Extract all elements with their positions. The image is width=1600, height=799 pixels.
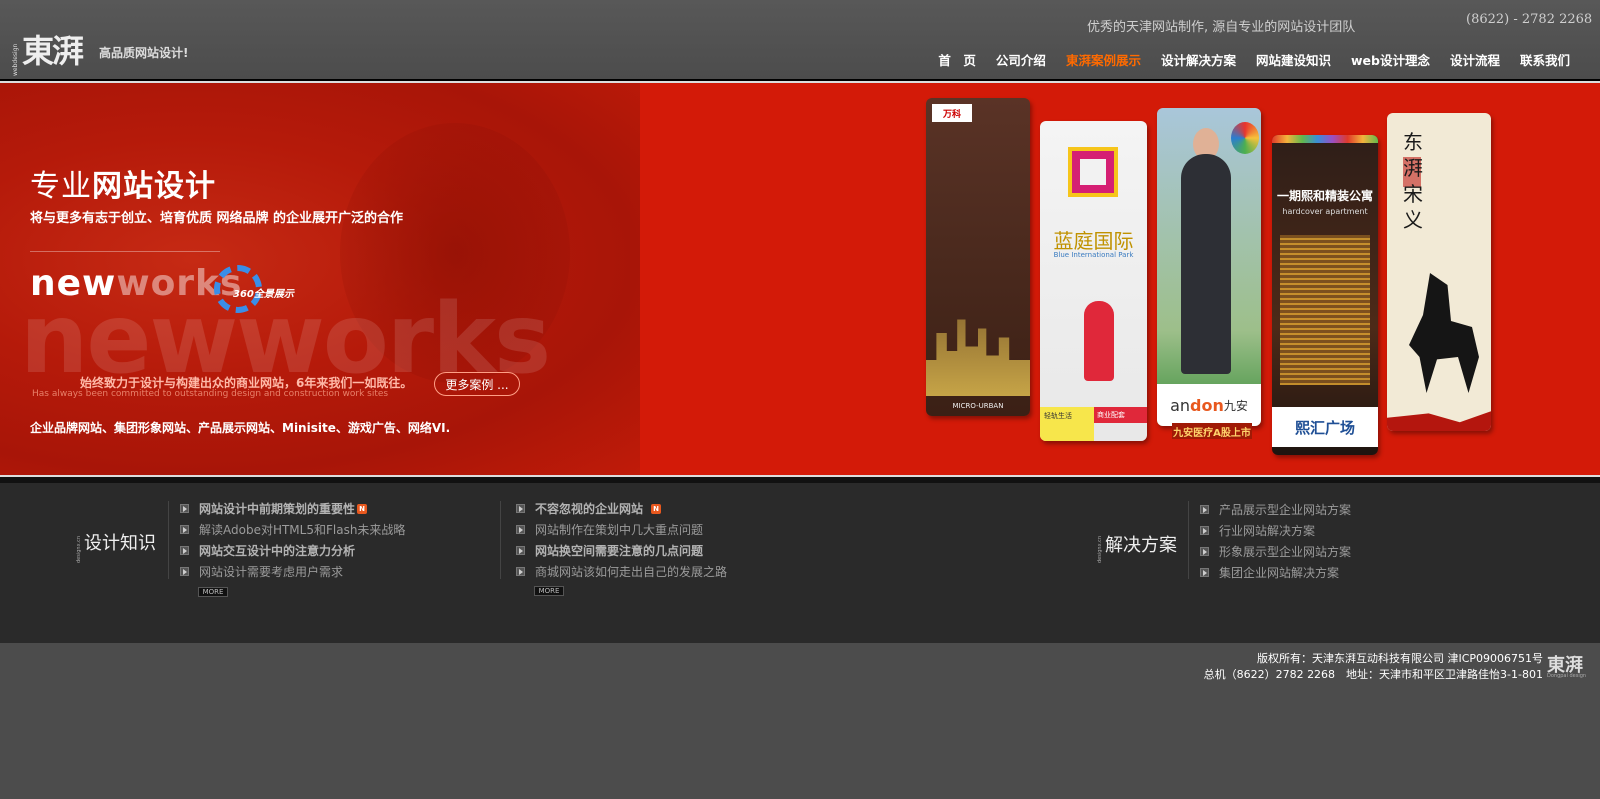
banner-title-light: 专业 [30,169,92,204]
newworks-a: new [30,263,117,304]
banner-committed-en: Has always been committed to outstanding… [32,389,389,399]
list-item[interactable]: 集团企业网站解决方案 [1200,562,1351,583]
divider [168,501,169,579]
arrow-icon [516,567,525,576]
blue-park-logo [1068,147,1118,197]
list-item[interactable]: 不容忽视的企业网站 N [516,498,727,519]
footer-address: 总机（8622）2782 2268 地址：天津市和平区卫津路佳怡3-1-801 [1203,668,1543,681]
arrow-icon [1200,568,1209,577]
knowledge-side-text: designx.cn [76,535,82,563]
skyline-image [926,319,1030,396]
brush-stroke [1387,411,1491,431]
case-card-sunny-plaza[interactable]: 一期熙和精装公寓 hardcover apartment 熙汇广场 [1272,135,1378,455]
list-item[interactable]: 解读Adobe对HTML5和Flash未来战略 [180,519,405,540]
list-item[interactable]: 网站设计中前期策划的重要性 N [180,498,405,519]
businessman-image [1181,154,1231,374]
header-slogan: 优秀的天津网站制作, 源自专业的网站设计团队 [1087,20,1356,35]
list-item[interactable]: 网站设计需要考虑用户需求 [180,561,405,582]
new-badge-icon: N [357,503,368,514]
footer-copyright: 版权所有：天津东湃互动科技有限公司 津ICP09006751号 [1256,652,1543,665]
nav-about[interactable]: 公司介绍 [986,50,1056,69]
site-logo[interactable]: 東湃 [22,26,84,72]
more-cases-button[interactable]: 更多案例 ... [434,372,520,396]
color-stripe [1272,135,1378,143]
arrow-icon [516,546,525,555]
solutions-side-text: designx.cn [1097,535,1103,563]
panorama-label[interactable]: 360全景展示 [233,285,294,300]
list-item[interactable]: 商城网站该如何走出自己的发展之路 [516,561,727,582]
newworks-logo: newworks [30,263,242,304]
arrow-icon [180,525,189,534]
arrow-icon [1200,505,1209,514]
calligraphy-text: 东湃宋义 [1403,130,1423,232]
case-foot-right: 商业配套 [1094,407,1147,423]
banner-divider [30,251,220,252]
list-item[interactable]: 网站换空间需要注意的几点问题 [516,540,727,561]
andon-tag: 九安医疗A股上市 [1172,423,1252,439]
case-name-en: Blue International Park [1053,251,1134,259]
banner-subtitle: 将与更多有志于创立、培育优质 网络品牌 的企业展开广泛的合作 [30,211,404,226]
banner-categories: 企业品牌网站、集团形象网站、产品展示网站、Minisite、游戏广告、网络VI. [30,421,451,435]
vanke-logo: 万科 [932,104,972,122]
case-caption: MICRO-URBAN [952,402,1004,410]
banner-title: 专业网站设计 [30,161,216,205]
nav-solutions[interactable]: 设计解决方案 [1151,50,1246,69]
nav-knowledge[interactable]: 网站建设知识 [1246,50,1341,69]
case-name: 蓝庭国际 [1053,229,1134,253]
arrow-icon [516,525,525,534]
divider [500,501,501,579]
sunny-plaza-logo: 熙汇广场 [1272,407,1378,447]
nav-home[interactable]: 首 页 [928,50,986,69]
case-foot-left: 轻轨生活 [1040,407,1094,441]
nav-concept[interactable]: web设计理念 [1341,50,1440,69]
list-item[interactable]: 行业网站解决方案 [1200,520,1351,541]
footer-logo-sub: Dongpai design [1547,673,1587,679]
list-item[interactable]: 形象展示型企业网站方案 [1200,541,1351,562]
andon-logo: an don 九安 [1157,384,1261,426]
arrow-icon [1200,547,1209,556]
footer: 版权所有：天津东湃互动科技有限公司 津ICP09006751号 总机（8622）… [0,643,1600,799]
solutions-list: 产品展示型企业网站方案 行业网站解决方案 形象展示型企业网站方案 集团企业网站解… [1200,499,1351,583]
case-title: 一期熙和精装公寓 [1276,189,1373,203]
main-nav: 首 页 公司介绍 東湃案例展示 设计解决方案 网站建设知识 web设计理念 设计… [928,50,1580,69]
header-phone: (8622) - 2782 2268 [1466,12,1593,27]
nav-contact[interactable]: 联系我们 [1510,50,1580,69]
header: webdesign 東湃 高品质网站设计! 优秀的天津网站制作, 源自专业的网站… [0,0,1600,80]
arrow-icon [180,546,189,555]
list-item[interactable]: 产品展示型企业网站方案 [1200,499,1351,520]
knowledge-list-2: 不容忽视的企业网站 N 网站制作在策划中几大重点问题 网站换空间需要注意的几点问题… [516,498,727,582]
case-card-blue-park[interactable]: 蓝庭国际 Blue International Park 轻轨生活 商业配套 [1040,121,1147,441]
banner-title-bold: 网站设计 [92,169,216,204]
case-card-vanke[interactable]: 万科 MICRO-URBAN [926,98,1030,416]
case-card-calligraphy[interactable]: 东湃宋义 [1387,113,1491,431]
more-button[interactable]: MORE [198,587,228,597]
more-button[interactable]: MORE [534,586,564,596]
case-card-andon[interactable]: an don 九安 [1157,108,1261,426]
knowledge-list-1: 网站设计中前期策划的重要性 N 解读Adobe对HTML5和Flash未来战略 网… [180,498,405,582]
list-item[interactable]: 网站制作在策划中几大重点问题 [516,519,727,540]
divider [1188,501,1189,579]
new-badge-icon: N [651,503,662,514]
arrow-icon [180,504,189,513]
list-item[interactable]: 网站交互设计中的注意力分析 [180,540,405,561]
solutions-title: 解决方案 [1105,535,1177,556]
hero-banner: newworks 专业网站设计 将与更多有志于创立、培育优质 网络品牌 的企业展… [0,83,1600,475]
logo-side-text: webdesign [12,43,19,76]
arrow-icon [1200,526,1209,535]
balloon-image [1231,122,1259,154]
model-image [1084,301,1114,381]
case-subtitle: hardcover apartment [1282,207,1368,216]
logo-tagline: 高品质网站设计! [99,46,189,60]
nav-process[interactable]: 设计流程 [1440,50,1510,69]
arrow-icon [516,504,525,513]
knowledge-section: designx.cn 设计知识 网站设计中前期策划的重要性 N 解读Adobe对H… [0,483,1600,643]
towers-image [1280,235,1370,385]
nav-cases[interactable]: 東湃案例展示 [1056,50,1151,69]
arrow-icon [180,567,189,576]
warrior-image [1409,273,1479,393]
knowledge-title: 设计知识 [84,533,156,554]
